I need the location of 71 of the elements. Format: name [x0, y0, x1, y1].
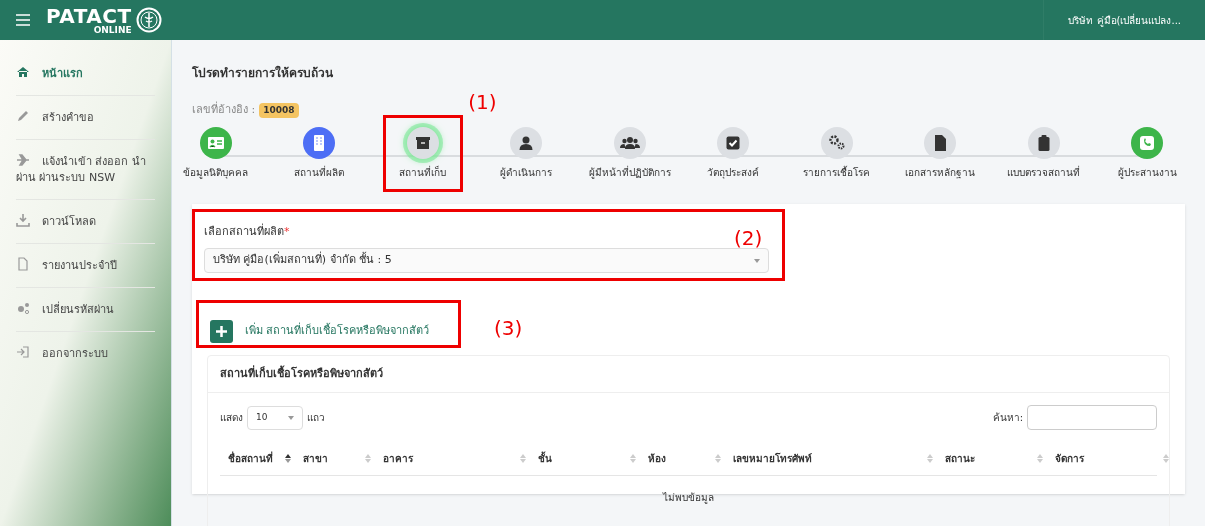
plus-icon — [210, 319, 233, 343]
step-badge[interactable] — [1027, 126, 1060, 159]
download-icon — [16, 213, 30, 227]
step-label[interactable]: เอกสารหลักฐาน — [905, 164, 976, 180]
step-badge[interactable] — [820, 126, 853, 159]
sort-icon — [365, 454, 371, 463]
length-label: แสดง — [220, 411, 243, 425]
step-badge[interactable] — [924, 126, 957, 159]
sort-icon — [715, 454, 721, 463]
search-field[interactable] — [1027, 405, 1157, 430]
page-title: โปรดทำรายการให้ครบถ้วน — [192, 64, 334, 82]
table-title: สถานที่เก็บเชื้อโรคหรือพิษจากสัตว์ — [220, 365, 383, 382]
step-badge[interactable] — [717, 126, 750, 159]
sidebar-item[interactable]: รายงานประจำปี — [16, 244, 155, 288]
sidebar-item[interactable]: สร้างคำขอ — [16, 96, 155, 140]
annotation-label: (1) — [468, 88, 497, 116]
file-icon — [16, 257, 30, 271]
column-header[interactable]: ห้อง — [648, 451, 733, 466]
empty-message: ไม่พบข้อมูล — [663, 492, 714, 503]
sidebar-item[interactable]: เปลี่ยนรหัสผ่าน — [16, 288, 155, 332]
place-select[interactable]: บริษัท คู่มือ(เพิ่มสถานที่) จำกัด ชั้น : 5 — [204, 248, 769, 273]
annotation-label: (3) — [494, 315, 523, 342]
caret-icon — [288, 415, 294, 420]
sort-icon — [1163, 454, 1169, 463]
emblem-icon — [135, 7, 162, 33]
step-label[interactable]: ผู้มีหน้าที่ปฏิบัติการ — [588, 164, 671, 180]
sort-icon — [1037, 454, 1043, 463]
sort-icon — [630, 454, 636, 463]
sidebar-item[interactable]: ดาวน์โหลด — [16, 200, 155, 244]
step-label[interactable]: ข้อมูลนิติบุคคล — [183, 164, 249, 180]
step-badge[interactable] — [613, 126, 646, 159]
gears-icon — [16, 301, 30, 315]
pencil-icon — [16, 109, 30, 123]
step-badge[interactable] — [406, 126, 439, 159]
reference-label: เลขที่อ้างอิง : — [192, 102, 256, 118]
sidebar-item[interactable]: ออกจากระบบ — [16, 332, 155, 375]
step-badge[interactable] — [510, 126, 543, 159]
caret-icon — [754, 258, 760, 263]
search-label: ค้นหา: — [992, 411, 1023, 425]
column-header[interactable]: สถานะ — [945, 451, 1055, 466]
field-label: เลือกสถานที่ผลิต — [204, 224, 284, 238]
logo-title: PATACT — [46, 5, 132, 26]
column-header[interactable]: จัดการ — [1055, 451, 1181, 466]
step-label[interactable]: วัตถุประสงค์ — [707, 164, 760, 180]
step-label[interactable]: สถานที่เก็บ — [399, 164, 447, 180]
column-header[interactable]: เลขหมายโทรศัพท์ — [733, 451, 945, 466]
home-icon — [16, 65, 30, 79]
step-label[interactable]: ผู้ดำเนินการ — [500, 164, 553, 180]
logo-subtitle: ONLINE — [93, 25, 132, 35]
plane-icon — [16, 153, 30, 167]
sort-icon — [285, 454, 291, 463]
step-label[interactable]: ผู้ประสานงาน — [1117, 164, 1177, 180]
step-label[interactable]: รายการเชื้อโรค — [803, 164, 871, 180]
column-header[interactable]: อาคาร — [383, 451, 538, 466]
sidebar-item[interactable]: แจ้งนำเข้า ส่งออก นำผ่าน ผ่านระบบ NSW — [16, 140, 155, 200]
sidebar-item[interactable]: หน้าแรก — [16, 52, 155, 96]
sort-icon — [520, 454, 526, 463]
required-mark: * — [284, 224, 290, 238]
step-label[interactable]: สถานที่ผลิต — [294, 164, 345, 180]
user-name[interactable]: บริษัท คู่มือ(เปลี่ยนแปลง... — [1068, 12, 1181, 28]
logout-icon — [16, 345, 30, 359]
length-select[interactable]: 10 — [247, 405, 303, 430]
length-suffix: แถว — [307, 411, 325, 425]
sort-icon — [927, 454, 933, 463]
add-place-button[interactable]: เพิ่ม สถานที่เก็บเชื้อโรคหรือพิษจากสัตว์ — [210, 319, 430, 343]
menu-icon[interactable] — [16, 14, 30, 26]
step-label[interactable]: แบบตรวจสถานที่ — [1007, 164, 1081, 180]
reference-badge: 10008 — [259, 102, 299, 118]
column-header[interactable]: ชื่อสถานที่ — [228, 451, 303, 466]
column-header[interactable]: สาขา — [303, 451, 383, 466]
column-header[interactable]: ชั้น — [538, 451, 648, 466]
